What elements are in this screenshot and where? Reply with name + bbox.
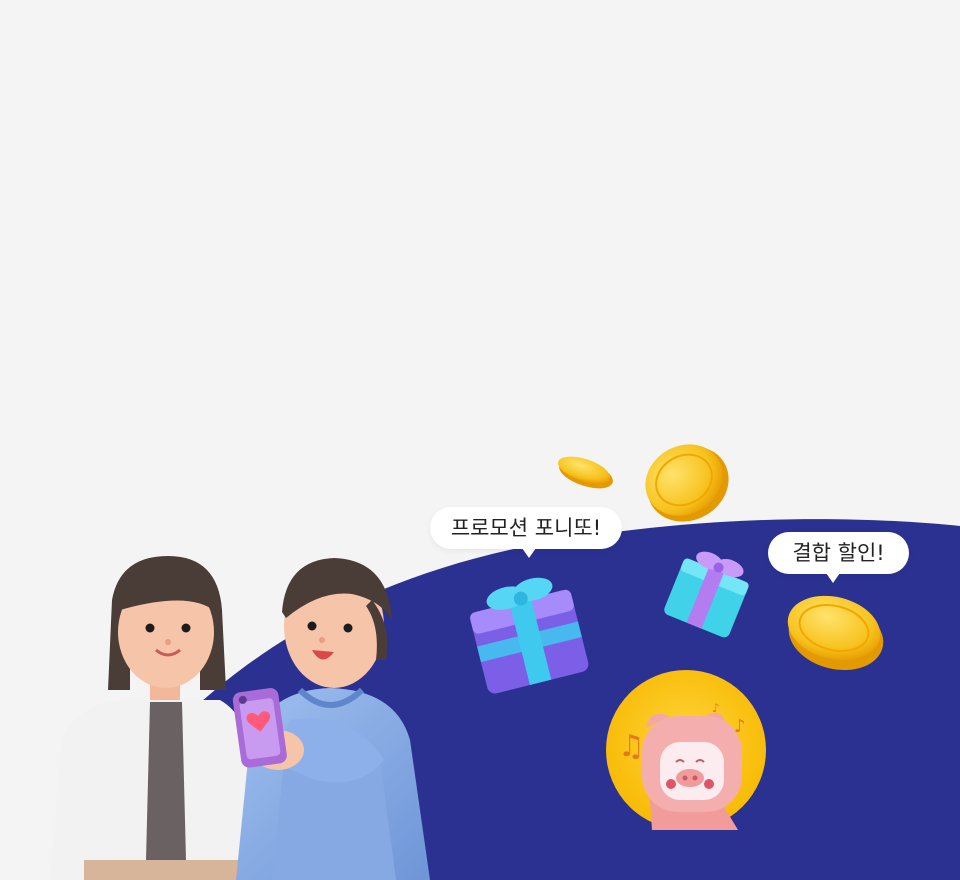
coin-icon [558, 456, 613, 489]
music-note-icon: ♪ [734, 716, 746, 737]
speech-bubble-promotion: 프로모션 포니또! [430, 507, 622, 558]
speech-bubble-bundle-discount: 결합 할인! [768, 532, 909, 583]
promo-banner: ♫ ♪ ♪ 프로모션 포니또! 결합 할인! [0, 0, 960, 880]
music-note-icon: ♫ [618, 729, 645, 764]
coin-icon [645, 444, 729, 522]
speech-bubble-text: 프로모션 포니또! [450, 516, 602, 540]
girl-figure [50, 556, 252, 880]
music-note-icon: ♪ [712, 701, 720, 715]
illustration: ♫ ♪ ♪ [50, 444, 960, 880]
speech-bubble-text: 결합 할인! [792, 541, 885, 565]
